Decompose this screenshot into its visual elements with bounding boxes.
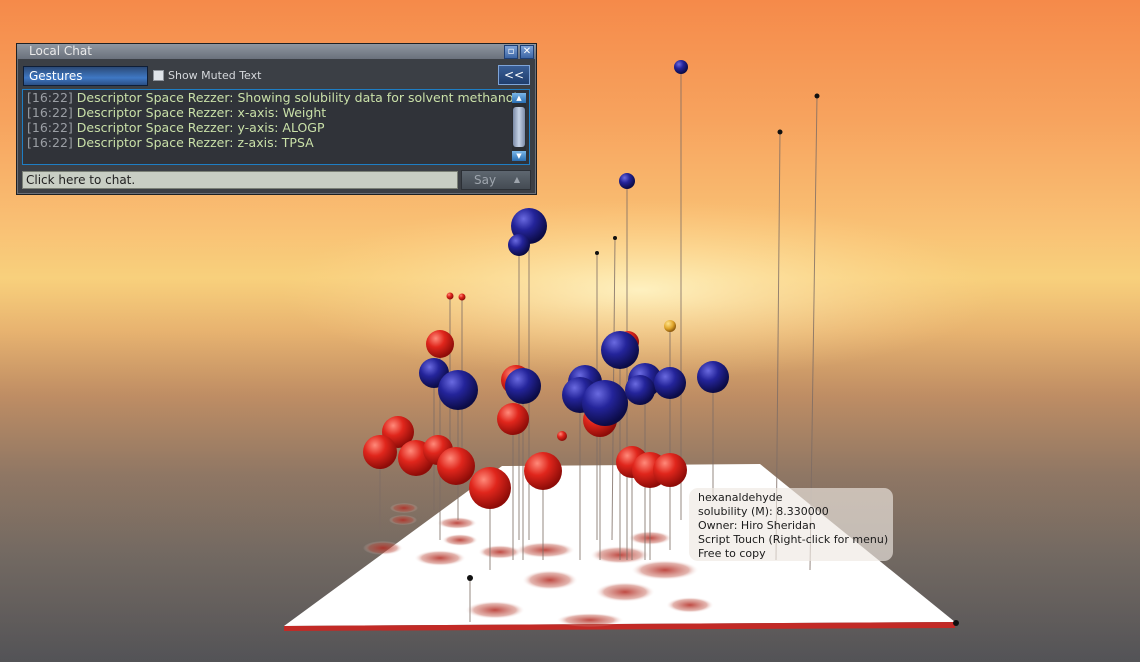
chat-line: [16:22] Descriptor Space Rezzer: Showing… — [27, 90, 517, 105]
gestures-dropdown[interactable]: Gestures — [23, 66, 148, 86]
tooltip-touch: Script Touch (Right-click for menu) — [698, 533, 889, 546]
tooltip-copy: Free to copy — [698, 547, 766, 560]
minimize-icon[interactable]: ▫ — [504, 45, 518, 59]
scroll-down-icon[interactable]: ▼ — [512, 151, 526, 161]
chat-line: [16:22] Descriptor Space Rezzer: z-axis:… — [27, 135, 314, 150]
tooltip-owner: Owner: Hiro Sheridan — [698, 519, 816, 532]
chat-history[interactable]: [16:22] Descriptor Space Rezzer: Showing… — [22, 89, 530, 165]
selected-sphere[interactable] — [664, 320, 676, 332]
close-icon[interactable]: ✕ — [520, 45, 534, 59]
tooltip-object-name: hexanaldehyde — [698, 491, 783, 504]
scroll-thumb[interactable] — [513, 107, 525, 147]
tooltip-solubility: solubility (M): 8.330000 — [698, 505, 829, 518]
object-tooltip: hexanaldehyde solubility (M): 8.330000 O… — [689, 488, 893, 561]
local-chat-window[interactable]: Local Chat ▫ ✕ Gestures Show Muted Text … — [16, 43, 537, 195]
say-label: Say — [474, 173, 497, 187]
show-muted-label: Show Muted Text — [168, 69, 262, 82]
scroll-up-icon[interactable]: ▲ — [512, 93, 526, 103]
show-muted-checkbox[interactable] — [153, 70, 164, 81]
chat-line: [16:22] Descriptor Space Rezzer: x-axis:… — [27, 105, 327, 120]
chat-line: [16:22] Descriptor Space Rezzer: y-axis:… — [27, 120, 325, 135]
collapse-button[interactable]: << — [498, 65, 530, 85]
say-button[interactable]: Say ▲ — [461, 170, 531, 190]
chat-scrollbar[interactable]: ▲ ▼ — [512, 93, 526, 161]
chat-title-bar[interactable]: Local Chat ▫ ✕ — [17, 44, 536, 59]
chat-title: Local Chat — [29, 44, 92, 58]
show-muted-toggle[interactable]: Show Muted Text — [153, 69, 261, 82]
chat-input[interactable]: Click here to chat. — [22, 171, 458, 189]
chevron-up-icon[interactable]: ▲ — [514, 171, 520, 189]
